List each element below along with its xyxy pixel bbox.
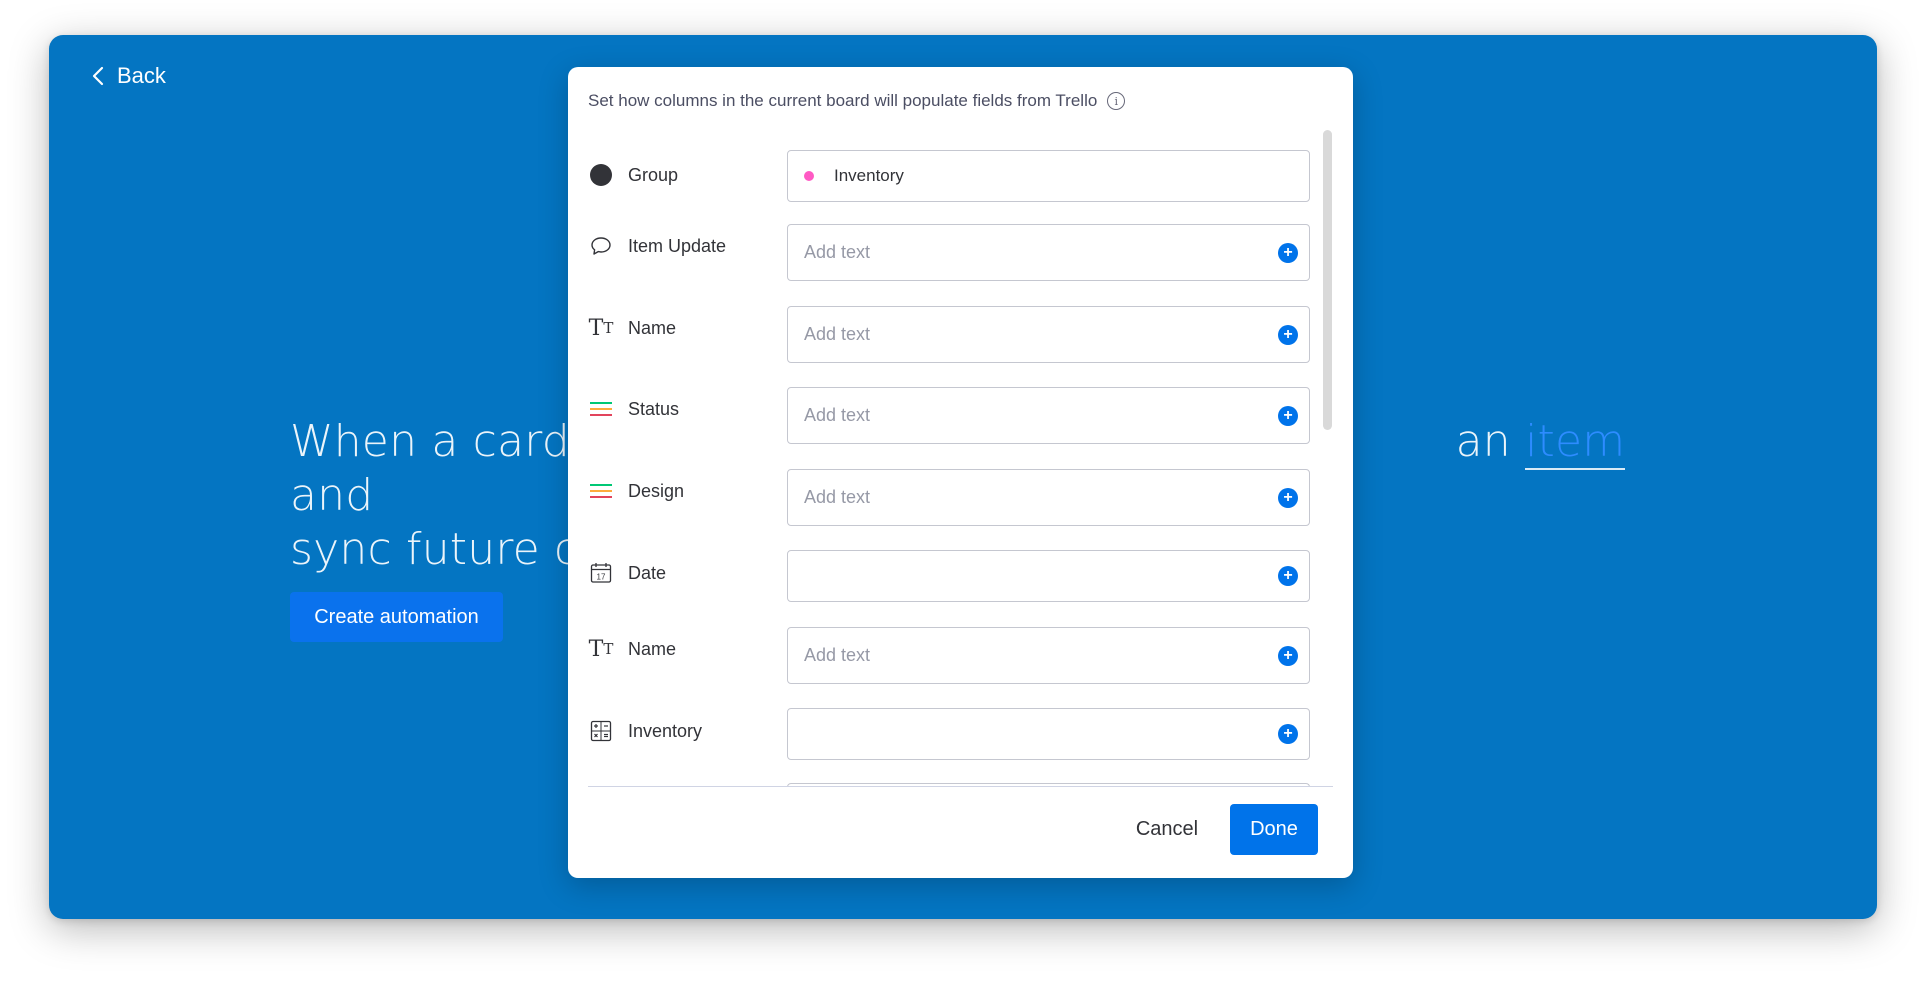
formula-icon xyxy=(588,718,614,744)
modal-header: Set how columns in the current board wil… xyxy=(588,91,1126,111)
calendar-icon: 17 xyxy=(588,560,614,586)
row-label: Name xyxy=(628,638,677,659)
text-type-icon: TT xyxy=(588,315,614,341)
inventory-field[interactable]: + xyxy=(787,708,1310,760)
add-value-icon[interactable]: + xyxy=(1278,724,1298,744)
create-automation-button[interactable]: Create automation xyxy=(290,592,503,642)
row-label: Design xyxy=(628,480,685,501)
done-button[interactable]: Done xyxy=(1230,804,1318,855)
column-mapping-modal: Set how columns in the current board wil… xyxy=(568,67,1353,878)
add-value-icon[interactable]: + xyxy=(1278,324,1298,345)
add-value-icon[interactable]: + xyxy=(1278,566,1298,586)
headline-text-3: and xyxy=(290,470,374,521)
mapping-row-inventory: Inventory + xyxy=(588,708,1323,760)
mapping-row-status: Status Add text + xyxy=(588,387,1323,444)
mapping-row-item-update: Item Update Add text + xyxy=(588,224,1323,281)
add-value-icon[interactable]: + xyxy=(1278,487,1298,508)
modal-header-text: Set how columns in the current board wil… xyxy=(588,91,1098,110)
add-value-icon[interactable]: + xyxy=(1278,405,1298,426)
mapping-row-design: Design Add text + xyxy=(588,469,1323,526)
mapping-row-group: Group Inventory xyxy=(588,150,1323,202)
svg-text:17: 17 xyxy=(597,573,606,582)
add-value-icon[interactable]: + xyxy=(1278,645,1298,666)
footer-divider xyxy=(588,786,1333,787)
field-placeholder: Add text xyxy=(804,324,871,344)
status-lines-icon xyxy=(588,478,614,504)
field-placeholder: Add text xyxy=(804,405,871,425)
group-value: Inventory xyxy=(834,166,904,185)
row-label: Item Update xyxy=(628,235,727,256)
back-button[interactable]: Back xyxy=(91,63,166,89)
item-update-field[interactable]: Add text + xyxy=(787,224,1310,281)
group-select[interactable]: Inventory xyxy=(787,150,1310,202)
mapping-row-name-2: TT Name Add text + xyxy=(588,627,1323,684)
back-label: Back xyxy=(117,63,166,88)
headline-item-keyword[interactable]: item xyxy=(1525,416,1626,470)
row-label: Group xyxy=(628,164,679,185)
field-placeholder: Add text xyxy=(804,487,871,507)
field-placeholder: Add text xyxy=(804,242,871,262)
group-dot-icon xyxy=(588,162,614,188)
text-type-icon: TT xyxy=(588,636,614,662)
group-color-dot xyxy=(804,171,814,181)
row-label: Date xyxy=(628,562,667,583)
row-label: Name xyxy=(628,317,677,338)
field-placeholder: Add text xyxy=(804,645,871,665)
chevron-left-icon xyxy=(92,66,104,86)
design-field[interactable]: Add text + xyxy=(787,469,1310,526)
modal-scrollbar[interactable] xyxy=(1323,130,1332,430)
row-label: Inventory xyxy=(628,720,703,741)
date-field[interactable]: + xyxy=(787,550,1310,602)
mapping-row-date: 17 Date + xyxy=(588,550,1323,602)
speech-bubble-icon xyxy=(588,233,614,259)
cancel-button[interactable]: Cancel xyxy=(1117,804,1217,854)
row-label: Status xyxy=(628,398,680,419)
mapping-row-name: TT Name Add text + xyxy=(588,306,1323,363)
status-lines-icon xyxy=(588,396,614,422)
info-icon[interactable]: i xyxy=(1107,92,1126,110)
headline-text-2: an xyxy=(1455,416,1511,467)
status-field[interactable]: Add text + xyxy=(787,387,1310,444)
name-field-2[interactable]: Add text + xyxy=(787,627,1310,684)
add-value-icon[interactable]: + xyxy=(1278,242,1298,263)
name-field[interactable]: Add text + xyxy=(787,306,1310,363)
